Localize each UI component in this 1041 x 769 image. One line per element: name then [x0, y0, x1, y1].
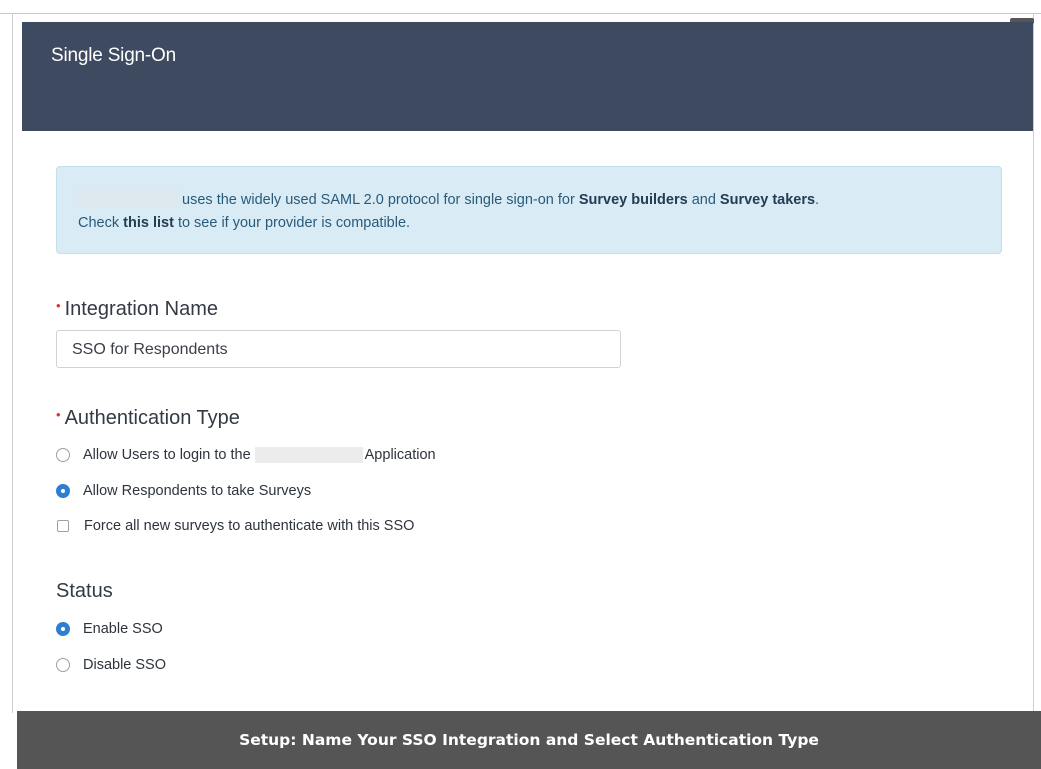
integration-name-input[interactable]: SSO for Respondents: [56, 330, 621, 368]
this-list-link[interactable]: this list: [123, 215, 174, 231]
info-protocol-text: uses the widely used SAML 2.0 protocol f…: [182, 192, 575, 208]
force-auth-label: Force all new surveys to authenticate wi…: [84, 518, 415, 534]
force-auth-checkbox[interactable]: [57, 520, 69, 532]
window-top-border: [0, 13, 1041, 14]
radio-disable-sso[interactable]: [56, 658, 70, 672]
integration-name-label-text: Integration Name: [64, 298, 218, 320]
status-enable-label: Enable SSO: [83, 621, 163, 637]
status-disable-label: Disable SSO: [83, 657, 167, 673]
survey-builders-text: Survey builders: [578, 192, 688, 208]
page-title: Single Sign-On: [51, 45, 176, 66]
info-alert: uses the widely used SAML 2.0 protocol f…: [56, 166, 1002, 254]
integration-name-label: • Integration Name: [56, 298, 218, 321]
info-check-text: Check: [78, 215, 120, 231]
radio-respondents-selected[interactable]: [56, 484, 70, 498]
status-label: Status: [56, 580, 113, 602]
info-line-2: Check this list to see if your provider …: [78, 215, 410, 231]
window-right-border: [1033, 13, 1034, 713]
auth-option-respondents[interactable]: Allow Respondents to take Surveys: [56, 482, 311, 500]
authentication-type-label-text: Authentication Type: [64, 407, 240, 429]
info-line-1: uses the widely used SAML 2.0 protocol f…: [78, 190, 819, 208]
info-and-text: and: [691, 192, 716, 208]
auth-option-users[interactable]: Allow Users to login to the Application: [56, 446, 436, 464]
caption-text: Setup: Name Your SSO Integration and Sel…: [239, 731, 819, 749]
survey-takers-text: Survey takers: [719, 192, 816, 208]
redacted-brand-name: [78, 190, 178, 208]
force-auth-option[interactable]: Force all new surveys to authenticate wi…: [56, 517, 414, 535]
status-option-disable[interactable]: Disable SSO: [56, 656, 166, 674]
required-marker: •: [56, 407, 61, 422]
info-compatible-text: to see if your provider is compatible.: [177, 215, 411, 231]
info-period: .: [815, 192, 820, 208]
required-marker: •: [56, 298, 61, 313]
window-left-border: [12, 13, 13, 713]
radio-users-login[interactable]: [56, 448, 70, 462]
radio-enable-sso-selected[interactable]: [56, 622, 70, 636]
auth-option-respondents-label: Allow Respondents to take Surveys: [83, 483, 312, 499]
authentication-type-label: • Authentication Type: [56, 407, 240, 430]
redacted-app-name: [254, 447, 363, 463]
auth-option-users-suffix: Application: [364, 447, 436, 463]
auth-option-users-prefix: Allow Users to login to the: [83, 447, 251, 463]
page-header: Single Sign-On: [22, 22, 1033, 131]
status-option-enable[interactable]: Enable SSO: [56, 620, 163, 638]
caption-bar: Setup: Name Your SSO Integration and Sel…: [17, 711, 1041, 769]
